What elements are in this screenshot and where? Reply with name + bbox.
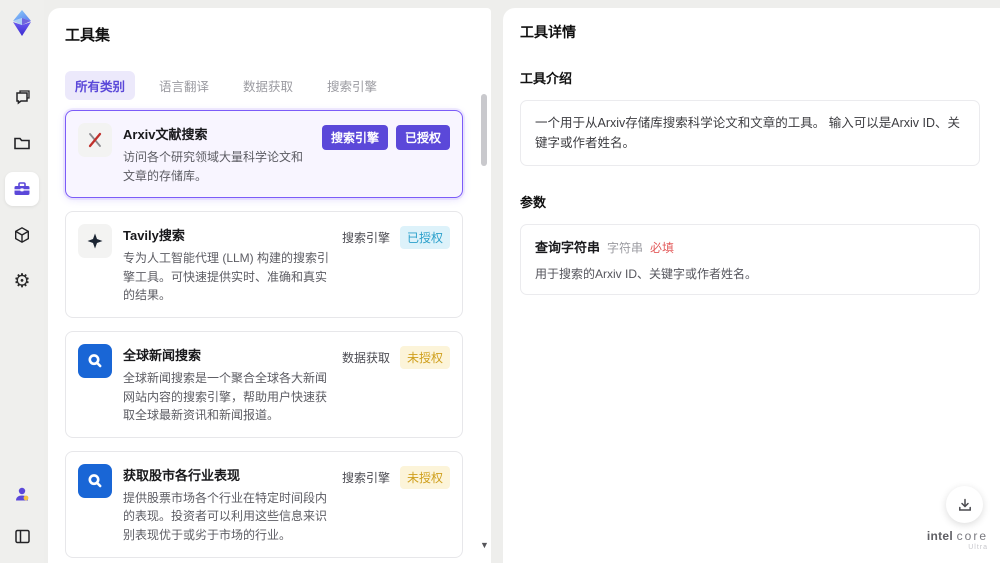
category-tabs: 所有类别 语言翻译 数据获取 搜索引擎 xyxy=(65,71,475,100)
tool-description: 专为人工智能代理 (LLM) 构建的搜索引擎工具。可快速提供实时、准确和真实的结… xyxy=(123,251,330,303)
tool-category-badge: 搜索引擎 xyxy=(341,231,390,246)
tab-search-engine[interactable]: 搜索引擎 xyxy=(317,71,387,100)
scrollbar-thumb[interactable] xyxy=(481,94,487,166)
tool-description: 提供股票市场各个行业在特定时间段内的表现。投资者可以利用这些信息来识别表现优于或… xyxy=(123,490,328,542)
intel-core-logo: intel core Ultra xyxy=(927,529,988,551)
param-name: 查询字符串 xyxy=(535,240,601,255)
params-heading: 参数 xyxy=(520,195,547,210)
param-box: 查询字符串 字符串 必填 用于搜索的Arxiv ID、关键字或作者姓名。 xyxy=(520,224,980,295)
tool-category-badge: 搜索引擎 xyxy=(321,125,388,150)
tool-description: 全球新闻搜索是一个聚合全球各大新闻网站内容的搜索引擎，帮助用户快速获取全球最新资… xyxy=(123,370,328,423)
tool-auth-badge: 未授权 xyxy=(399,345,450,369)
param-description: 用于搜索的Arxiv ID、关键字或作者姓名。 xyxy=(535,267,758,281)
sidebar-item-toolbox[interactable] xyxy=(5,172,39,206)
tool-auth-badge: 未授权 xyxy=(399,465,450,489)
news-search-logo-icon xyxy=(78,343,112,378)
intro-heading: 工具介绍 xyxy=(520,71,573,86)
arxiv-logo-icon xyxy=(78,123,112,157)
collapse-sidebar-button[interactable] xyxy=(5,519,39,553)
tool-category-badge: 搜索引擎 xyxy=(341,470,390,485)
user-avatar[interactable] xyxy=(5,477,39,511)
tool-card-sector-performance[interactable]: 获取股市各行业表现 提供股票市场各个行业在特定时间段内的表现。投资者可以利用这些… xyxy=(65,450,463,558)
app-logo-icon xyxy=(7,8,37,38)
brand-sub: Ultra xyxy=(968,544,988,551)
tab-data-fetch[interactable]: 数据获取 xyxy=(233,71,303,100)
sidebar-item-packages[interactable] xyxy=(5,218,39,252)
cube-icon xyxy=(12,225,32,245)
tool-name: Tavily搜索 xyxy=(123,228,185,244)
chat-icon xyxy=(12,87,32,107)
tool-auth-badge: 已授权 xyxy=(395,125,450,150)
tool-detail-panel: 工具详情 工具介绍 一个用于从Arxiv存储库搜索科学论文和文章的工具。 输入可… xyxy=(503,8,1000,563)
toolbox-icon xyxy=(12,179,32,199)
tab-all-categories[interactable]: 所有类别 xyxy=(65,71,136,100)
market-search-logo-icon xyxy=(78,463,112,498)
sidebar-item-chat[interactable] xyxy=(5,80,39,114)
intro-text: 一个用于从Arxiv存储库搜索科学论文和文章的工具。 输入可以是Arxiv ID… xyxy=(535,116,961,150)
panel-toggle-icon xyxy=(13,527,32,546)
tool-list: Arxiv文献搜索 访问各个研究领域大量科学论文和文章的存储库。 搜索引擎 已授… xyxy=(65,110,475,563)
detail-title: 工具详情 xyxy=(520,24,576,40)
tool-name: Arxiv文献搜索 xyxy=(123,127,208,142)
gear-icon: ⚙ xyxy=(13,270,31,292)
scrollbar-down-arrow[interactable]: ▼ xyxy=(480,540,489,550)
sidebar-item-files[interactable] xyxy=(5,126,39,160)
tool-card-tavily[interactable]: Tavily搜索 专为人工智能代理 (LLM) 构建的搜索引擎工具。可快速提供实… xyxy=(65,211,463,318)
tool-card-global-news[interactable]: 全球新闻搜索 全球新闻搜索是一个聚合全球各大新闻网站内容的搜索引擎，帮助用户快速… xyxy=(65,330,463,438)
tool-category-badge: 数据获取 xyxy=(341,350,390,365)
folder-icon xyxy=(12,133,32,153)
param-type: 字符串 xyxy=(607,241,644,255)
tab-language-translation[interactable]: 语言翻译 xyxy=(149,71,219,100)
intro-box: 一个用于从Arxiv存储库搜索科学论文和文章的工具。 输入可以是Arxiv ID… xyxy=(520,100,980,166)
tool-name: 获取股市各行业表现 xyxy=(123,467,241,483)
tool-description: 访问各个研究领域大量科学论文和文章的存储库。 xyxy=(123,150,304,183)
brand-core: core xyxy=(956,529,988,543)
tool-auth-badge: 已授权 xyxy=(399,226,450,250)
tool-name: 全球新闻搜索 xyxy=(123,347,202,363)
tavily-logo-icon xyxy=(78,224,112,259)
user-icon xyxy=(12,484,32,504)
brand-intel: intel xyxy=(926,529,954,543)
download-button[interactable] xyxy=(946,486,983,523)
app-rail: ⚙ xyxy=(0,0,44,563)
page-title: 工具集 xyxy=(65,27,111,44)
sidebar-item-settings[interactable]: ⚙ xyxy=(5,264,39,298)
list-scrollbar[interactable]: ▼ xyxy=(480,88,489,558)
param-required-badge: 必填 xyxy=(650,241,675,255)
tool-card-arxiv[interactable]: Arxiv文献搜索 访问各个研究领域大量科学论文和文章的存储库。 搜索引擎 已授… xyxy=(65,110,463,199)
tools-panel: 工具集 所有类别 语言翻译 数据获取 搜索引擎 Arxiv文献搜索 访问各个研究… xyxy=(48,8,491,563)
download-icon xyxy=(957,497,973,513)
